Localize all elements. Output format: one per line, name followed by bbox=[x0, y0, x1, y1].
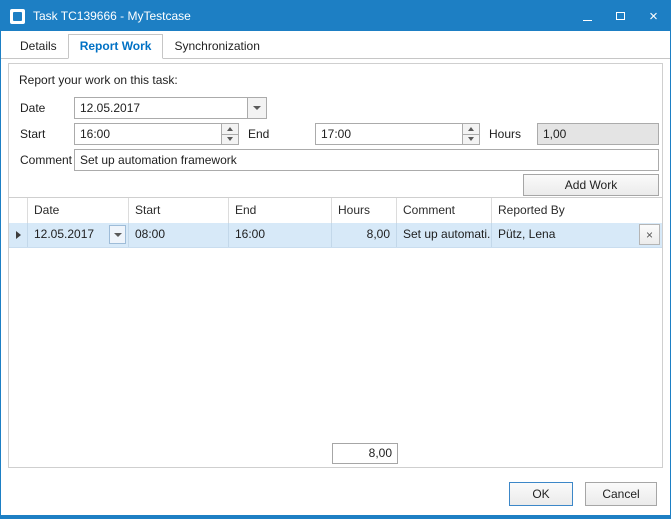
work-grid: Date Start End Hours Comment Reported By… bbox=[8, 198, 663, 468]
cell-reported-by: Pütz, Lena × bbox=[492, 223, 662, 247]
end-label: End bbox=[248, 127, 269, 141]
date-label: Date bbox=[20, 101, 45, 115]
cancel-button[interactable]: Cancel bbox=[585, 482, 657, 506]
row-arrow-icon bbox=[16, 231, 21, 239]
minimize-button[interactable] bbox=[571, 1, 604, 31]
tab-details[interactable]: Details bbox=[9, 35, 68, 58]
spin-up-icon bbox=[227, 127, 233, 131]
column-header-reported-by[interactable]: Reported By bbox=[492, 198, 662, 223]
task-dialog: Task TC139666 - MyTestcase × Details Rep… bbox=[0, 0, 671, 519]
start-spin-up[interactable] bbox=[222, 124, 238, 134]
date-input[interactable] bbox=[75, 98, 247, 118]
grid-header: Date Start End Hours Comment Reported By bbox=[9, 198, 662, 224]
app-icon bbox=[10, 9, 25, 24]
report-work-panel: Report your work on this task: Date Star… bbox=[8, 63, 663, 198]
maximize-button[interactable] bbox=[604, 1, 637, 31]
hours-label: Hours bbox=[489, 127, 521, 141]
maximize-icon bbox=[616, 12, 625, 20]
start-input[interactable] bbox=[75, 124, 221, 144]
tab-report-work[interactable]: Report Work bbox=[68, 34, 164, 59]
cell-start: 08:00 bbox=[129, 223, 229, 247]
close-button[interactable]: × bbox=[637, 1, 670, 31]
hours-input bbox=[538, 124, 658, 144]
cell-comment: Set up automati... bbox=[397, 223, 492, 247]
tab-strip: Details Report Work Synchronization bbox=[1, 31, 670, 59]
start-spin-down[interactable] bbox=[222, 134, 238, 145]
minimize-icon bbox=[583, 20, 592, 21]
tab-synchronization[interactable]: Synchronization bbox=[163, 35, 270, 58]
cell-hours: 8,00 bbox=[332, 223, 397, 247]
table-row[interactable]: 12.05.2017 08:00 16:00 8,00 Set up autom… bbox=[9, 223, 662, 248]
hours-field bbox=[537, 123, 659, 145]
chevron-down-icon bbox=[114, 233, 122, 237]
spin-up-icon bbox=[468, 127, 474, 131]
row-indicator-header bbox=[9, 198, 28, 223]
column-header-date[interactable]: Date bbox=[28, 198, 129, 223]
end-spin-up[interactable] bbox=[463, 124, 479, 134]
summary-hours-total: 8,00 bbox=[332, 443, 398, 464]
titlebar: Task TC139666 - MyTestcase × bbox=[1, 1, 670, 31]
column-header-start[interactable]: Start bbox=[129, 198, 229, 223]
end-spin-down[interactable] bbox=[463, 134, 479, 145]
row-date-dropdown-button[interactable] bbox=[109, 225, 126, 244]
cell-date-value: 12.05.2017 bbox=[34, 227, 94, 241]
spin-down-icon bbox=[468, 137, 474, 141]
date-dropdown-button[interactable] bbox=[247, 98, 266, 118]
date-combobox bbox=[74, 97, 267, 119]
end-input[interactable] bbox=[316, 124, 462, 144]
column-header-end[interactable]: End bbox=[229, 198, 332, 223]
start-spinner bbox=[74, 123, 239, 145]
start-spin-buttons bbox=[221, 124, 238, 144]
instruction-text: Report your work on this task: bbox=[19, 73, 178, 87]
column-header-hours[interactable]: Hours bbox=[332, 198, 397, 223]
cell-end: 16:00 bbox=[229, 223, 332, 247]
start-label: Start bbox=[20, 127, 45, 141]
add-work-button[interactable]: Add Work bbox=[523, 174, 659, 196]
window-title: Task TC139666 - MyTestcase bbox=[33, 9, 191, 23]
row-indicator bbox=[9, 223, 28, 247]
column-header-comment[interactable]: Comment bbox=[397, 198, 492, 223]
close-icon: × bbox=[646, 229, 653, 241]
comment-label: Comment bbox=[20, 153, 72, 167]
grid-summary-footer: 8,00 bbox=[9, 441, 662, 467]
end-spinner bbox=[315, 123, 480, 145]
end-spin-buttons bbox=[462, 124, 479, 144]
comment-input[interactable] bbox=[75, 150, 658, 170]
close-icon: × bbox=[649, 9, 658, 24]
cell-date: 12.05.2017 bbox=[28, 223, 129, 247]
ok-button[interactable]: OK bbox=[509, 482, 573, 506]
cell-reported-by-value: Pütz, Lena bbox=[498, 227, 555, 241]
chevron-down-icon bbox=[253, 106, 261, 110]
delete-row-button[interactable]: × bbox=[639, 224, 660, 245]
window-controls: × bbox=[571, 1, 670, 31]
comment-fieldbox bbox=[74, 149, 659, 171]
spin-down-icon bbox=[227, 137, 233, 141]
